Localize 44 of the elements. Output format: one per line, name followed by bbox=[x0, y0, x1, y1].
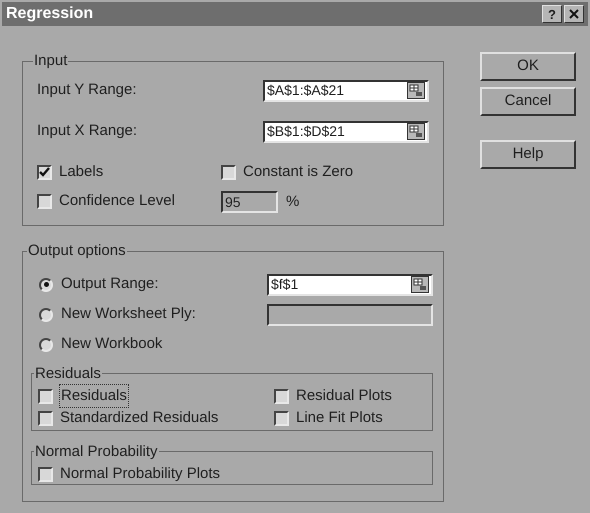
checkbox-label[interactable]: Normal Probability Plots bbox=[60, 462, 220, 486]
checkbox[interactable] bbox=[38, 466, 53, 482]
checkbox[interactable] bbox=[221, 165, 236, 180]
checkbox-label[interactable]: Standardized Residuals bbox=[60, 406, 218, 430]
checkbox[interactable] bbox=[38, 410, 53, 426]
range-picker-icon[interactable] bbox=[407, 82, 425, 99]
input-field[interactable]: $B$1:$D$21 bbox=[263, 120, 429, 142]
field-label: Input Y Range: bbox=[37, 80, 137, 100]
group-label: Residuals bbox=[34, 364, 102, 384]
input-field[interactable]: $f$1 bbox=[267, 274, 433, 296]
checkbox-label[interactable]: Line Fit Plots bbox=[296, 406, 383, 430]
checkbox-label[interactable]: Confidence Level bbox=[59, 190, 175, 213]
radio-label[interactable]: Output Range: bbox=[61, 273, 159, 296]
percent-label: % bbox=[286, 192, 300, 212]
radio-label[interactable]: New Worksheet Ply: bbox=[61, 303, 196, 326]
checkbox[interactable] bbox=[37, 165, 52, 180]
radio-button[interactable] bbox=[39, 278, 53, 292]
checkbox-label[interactable]: Constant is Zero bbox=[243, 161, 354, 184]
checkbox-label[interactable]: Residual Plots bbox=[296, 384, 392, 408]
close-icon bbox=[569, 9, 579, 19]
field-label: Input X Range: bbox=[37, 121, 138, 142]
dialog-button[interactable]: OK bbox=[480, 52, 576, 81]
checkbox-label[interactable]: Labels bbox=[59, 161, 104, 184]
input-field[interactable]: $A$1:$A$21 bbox=[263, 80, 429, 102]
confidence-field[interactable]: 95 bbox=[221, 190, 278, 213]
checkbox[interactable] bbox=[274, 410, 289, 426]
group-label: Input bbox=[33, 51, 68, 71]
group-label: Normal Probability bbox=[34, 442, 159, 462]
checkbox[interactable] bbox=[38, 388, 53, 404]
dialog-button[interactable]: Help bbox=[480, 140, 576, 169]
radio-label[interactable]: New Workbook bbox=[61, 333, 162, 356]
input-field[interactable] bbox=[267, 304, 433, 326]
checkbox[interactable] bbox=[37, 194, 52, 209]
range-picker-icon[interactable] bbox=[407, 123, 425, 140]
range-picker-icon[interactable] bbox=[411, 276, 429, 293]
help-button[interactable]: ? bbox=[542, 5, 562, 23]
checkbox[interactable] bbox=[274, 388, 289, 404]
close-button[interactable] bbox=[564, 5, 584, 23]
checkbox-label[interactable]: Residuals bbox=[60, 384, 128, 408]
group-label: Output options bbox=[27, 241, 127, 261]
radio-button[interactable] bbox=[39, 338, 53, 352]
window-title: Regression bbox=[6, 4, 94, 24]
dialog-button[interactable]: Cancel bbox=[480, 87, 576, 116]
radio-button[interactable] bbox=[39, 308, 53, 322]
